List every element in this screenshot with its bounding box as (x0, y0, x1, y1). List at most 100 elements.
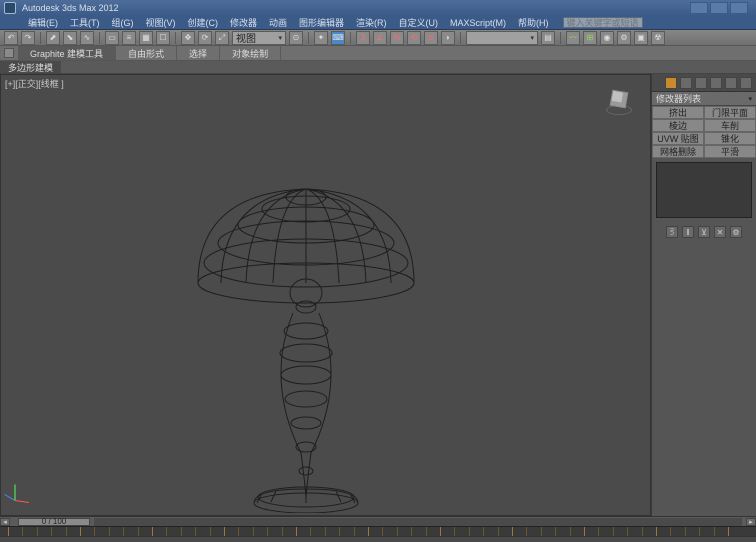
layer-manager-button[interactable]: ▤ (541, 31, 555, 45)
subribbon-polymodel[interactable]: 多边形建模 (0, 61, 61, 73)
modifier-stack-toolbar: ⫖ ‖ ⊻ ✕ ⚙ (652, 222, 756, 242)
command-panel: 修改器列表 ▾ 挤出 门限平面 棱边 车削 UVW 贴图 锥化 网格删除 平滑 … (651, 74, 756, 516)
panel-tab-utilities[interactable] (740, 77, 752, 89)
ribbon-tab-selection[interactable]: 选择 (177, 46, 220, 60)
modifier-btn-lathe[interactable]: 车削 (704, 119, 756, 132)
menu-tools[interactable]: 工具(T) (64, 16, 106, 29)
time-prev-button[interactable]: ◂ (0, 518, 10, 526)
remove-modifier-button[interactable]: ✕ (714, 226, 726, 238)
time-slider-track[interactable] (94, 518, 742, 526)
undo-button[interactable]: ↶ (4, 31, 18, 45)
keyboard-shortcut-button[interactable]: ⌨ (331, 31, 345, 45)
pin-stack-button[interactable]: ⫖ (666, 226, 678, 238)
ribbon-tab-freeform[interactable]: 自由形式 (116, 46, 177, 60)
select-manipulate-button[interactable]: ✦ (314, 31, 328, 45)
modifier-btn-uvw-map[interactable]: UVW 贴图 (652, 132, 704, 145)
make-unique-button[interactable]: ⊻ (698, 226, 710, 238)
menu-group[interactable]: 组(G) (106, 16, 140, 29)
close-button[interactable] (730, 2, 748, 14)
percent-snap-button[interactable]: % (390, 31, 404, 45)
reference-coord-dropdown[interactable]: 视图 ▾ (232, 31, 286, 45)
select-region-button[interactable]: ▦ (139, 31, 153, 45)
panel-tab-display[interactable] (725, 77, 737, 89)
move-button[interactable]: ✥ (181, 31, 195, 45)
app-icon[interactable] (4, 2, 16, 14)
modifier-btn-extrude[interactable]: 挤出 (652, 106, 704, 119)
rendered-frame-button[interactable]: ▣ (634, 31, 648, 45)
menu-help[interactable]: 帮助(H) (512, 16, 555, 29)
axis-x-icon (15, 500, 29, 503)
time-next-button[interactable]: ▸ (746, 518, 756, 526)
menu-edit[interactable]: 编辑(E) (22, 16, 64, 29)
use-pivot-button[interactable]: ⊙ (289, 31, 303, 45)
axis-y-icon (15, 485, 16, 501)
maximize-button[interactable] (710, 2, 728, 14)
menu-maxscript[interactable]: MAXScript(M) (444, 18, 512, 28)
menu-customize[interactable]: 自定义(U) (393, 16, 445, 29)
minimize-button[interactable] (690, 2, 708, 14)
modifier-btn-smooth[interactable]: 平滑 (704, 145, 756, 158)
redo-button[interactable]: ↷ (21, 31, 35, 45)
menu-search-input[interactable] (563, 17, 643, 28)
mirror-button[interactable]: ◗ (441, 31, 455, 45)
configure-sets-button[interactable]: ⚙ (730, 226, 742, 238)
chevron-down-icon: ▾ (278, 34, 282, 42)
modifier-stack-preview (656, 162, 752, 218)
schematic-view-button[interactable]: ⊞ (583, 31, 597, 45)
panel-tab-modify[interactable] (680, 77, 692, 89)
bind-spacewarp-button[interactable]: ∿ (80, 31, 94, 45)
title-bar: Autodesk 3ds Max 2012 (0, 0, 756, 16)
scale-button[interactable]: ⤢ (215, 31, 229, 45)
material-editor-button[interactable]: ◉ (600, 31, 614, 45)
select-name-button[interactable]: ≡ (122, 31, 136, 45)
menu-modifiers[interactable]: 修改器 (224, 16, 263, 29)
viewcube[interactable] (606, 89, 632, 115)
panel-tab-motion[interactable] (710, 77, 722, 89)
snap-toggle-button[interactable]: 3 (356, 31, 370, 45)
ribbon-tab-object-paint[interactable]: 对象绘制 (220, 46, 281, 60)
viewport-object-lamp[interactable] (181, 163, 431, 513)
time-slider-knob[interactable]: 0 / 100 (18, 518, 90, 526)
ribbon-tab-graphite[interactable]: Graphite 建模工具 (18, 46, 116, 60)
modifier-btn-edge[interactable]: 棱边 (652, 119, 704, 132)
unlink-button[interactable]: ⬊ (63, 31, 77, 45)
rotate-button[interactable]: ⟳ (198, 31, 212, 45)
chevron-down-icon: ▾ (530, 34, 534, 42)
main-toolbar: ↶ ↷ ⬈ ⬊ ∿ ▭ ≡ ▦ ☐ ✥ ⟳ ⤢ 视图 ▾ ⊙ ✦ ⌨ 3 ∠ %… (0, 30, 756, 46)
menu-rendering[interactable]: 渲染(R) (350, 16, 393, 29)
menu-graph-editors[interactable]: 图形编辑器 (293, 16, 350, 29)
window-controls (690, 2, 752, 14)
viewcube-cube-icon (610, 90, 629, 109)
render-setup-button[interactable]: ⚙ (617, 31, 631, 45)
toolbar-separator (350, 32, 351, 44)
menu-create[interactable]: 创建(C) (182, 16, 225, 29)
ribbon-icon (4, 48, 14, 58)
title-text: Autodesk 3ds Max 2012 (22, 3, 119, 13)
panel-tab-hierarchy[interactable] (695, 77, 707, 89)
axis-gizmo (11, 481, 35, 505)
select-button[interactable]: ▭ (105, 31, 119, 45)
panel-tabs (652, 74, 756, 92)
angle-snap-button[interactable]: ∠ (373, 31, 387, 45)
menu-animation[interactable]: 动画 (263, 16, 293, 29)
link-button[interactable]: ⬈ (46, 31, 60, 45)
modifier-list-dropdown[interactable]: 修改器列表 ▾ (652, 92, 756, 106)
modifier-btn-mesh-delete[interactable]: 网格删除 (652, 145, 704, 158)
timeline-ruler[interactable] (0, 526, 756, 536)
curve-editor-button[interactable]: 〰 (566, 31, 580, 45)
render-button[interactable]: ☢ (651, 31, 665, 45)
window-crossing-button[interactable]: ☐ (156, 31, 170, 45)
panel-tab-create[interactable] (665, 77, 677, 89)
viewport[interactable]: [+][正交][线框 ] (0, 74, 651, 516)
named-selection-button[interactable]: ≣ (424, 31, 438, 45)
menu-views[interactable]: 视图(V) (140, 16, 182, 29)
menu-bar: 编辑(E) 工具(T) 组(G) 视图(V) 创建(C) 修改器 动画 图形编辑… (0, 16, 756, 30)
time-slider[interactable]: ◂ 0 / 100 ▸ (0, 516, 756, 526)
named-selection-dropdown[interactable]: ▾ (466, 31, 538, 45)
viewport-label[interactable]: [+][正交][线框 ] (5, 77, 64, 90)
modifier-btn-threshold-plane[interactable]: 门限平面 (704, 106, 756, 119)
modifier-btn-taper[interactable]: 锥化 (704, 132, 756, 145)
sub-ribbon: 多边形建模 (0, 61, 756, 74)
show-end-result-button[interactable]: ‖ (682, 226, 694, 238)
spinner-snap-button[interactable]: ⟲ (407, 31, 421, 45)
